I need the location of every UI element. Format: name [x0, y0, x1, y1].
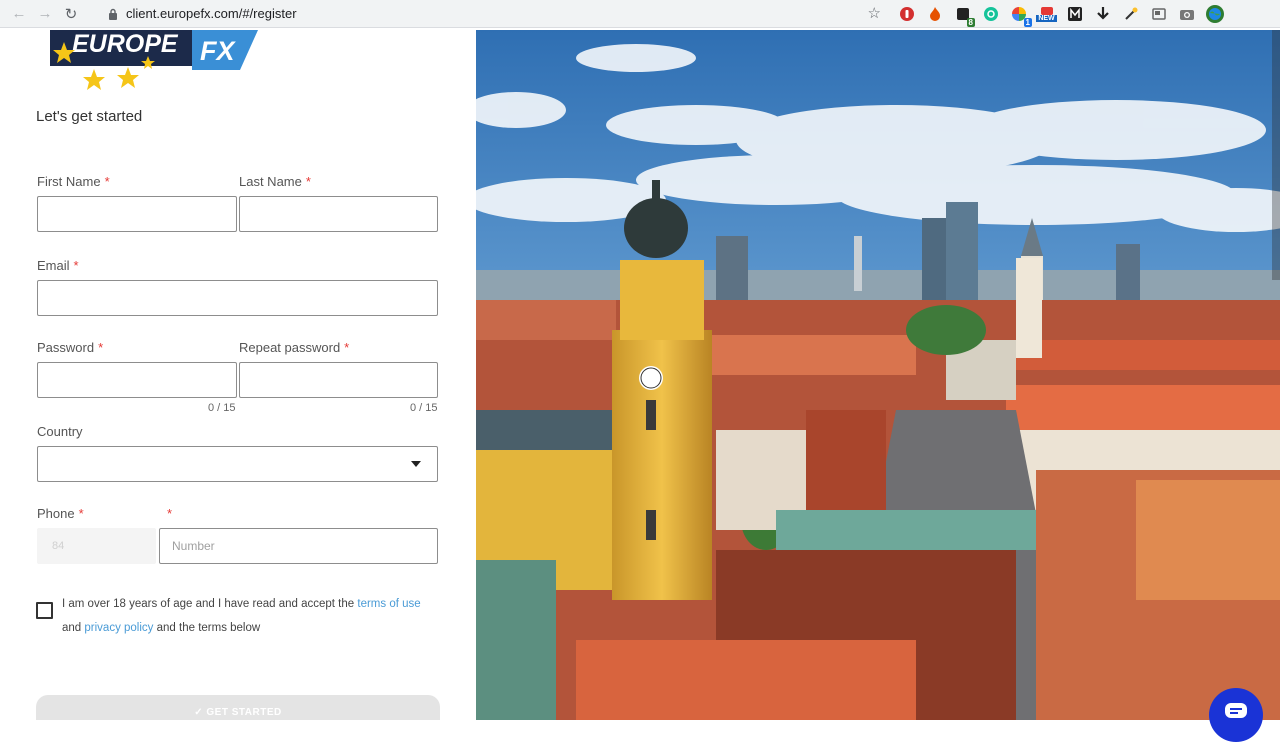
phone-prefix-input[interactable]: 84 — [37, 528, 156, 564]
email-input[interactable] — [37, 280, 438, 316]
fire-extension-icon[interactable] — [924, 4, 945, 25]
pinwheel-extension-icon[interactable]: 1 — [1008, 4, 1032, 27]
country-select[interactable] — [37, 446, 438, 482]
dark-extension-icon[interactable]: 8 — [952, 4, 975, 27]
phone-label-text: Phone — [37, 506, 75, 521]
terms-checkbox[interactable] — [36, 602, 53, 619]
new-badge: NEW — [1036, 14, 1057, 22]
url-text: client.europefx.com/#/register — [126, 6, 297, 21]
privacy-policy-link[interactable]: privacy policy — [84, 622, 153, 634]
required-mark: * — [78, 506, 84, 521]
page-subtitle: Let's get started — [36, 108, 143, 125]
grammarly-extension-icon[interactable] — [980, 4, 1001, 25]
extensions-bar: 8 1 NEW — [896, 3, 1225, 27]
phone-number-input[interactable]: Number — [159, 528, 438, 564]
phone-prefix-value: 84 — [52, 540, 65, 552]
password-label: Password * — [37, 340, 103, 355]
required-mark: * — [167, 506, 173, 521]
required-mark: * — [344, 340, 350, 355]
first-name-label-text: First Name — [37, 174, 101, 189]
required-mark: * — [98, 340, 104, 355]
required-mark: * — [104, 174, 110, 189]
phone-label: Phone * — [37, 506, 84, 521]
eyedropper-extension-icon[interactable] — [1120, 4, 1141, 25]
page-scrollbar[interactable] — [1272, 30, 1280, 280]
reload-icon[interactable]: ↻ — [60, 3, 82, 25]
camera-icon[interactable] — [1176, 4, 1197, 25]
bookmark-star-icon[interactable]: ☆ — [868, 4, 881, 22]
repeat-password-input[interactable] — [239, 362, 438, 398]
repeat-password-label: Repeat password * — [239, 340, 349, 355]
chat-button[interactable] — [1209, 688, 1263, 742]
phone-number-required-mark: * — [163, 506, 172, 521]
extension-badge-count: 1 — [1023, 17, 1032, 27]
back-arrow-icon[interactable]: ← — [8, 3, 30, 25]
svg-text:EUROPE: EUROPE — [72, 30, 179, 58]
last-name-label: Last Name * — [239, 174, 311, 189]
terms-of-use-link[interactable]: terms of use — [357, 598, 420, 610]
last-name-label-text: Last Name — [239, 174, 302, 189]
repeat-password-char-counter: 0 / 15 — [410, 402, 438, 414]
forward-arrow-icon[interactable]: → — [34, 3, 56, 25]
email-label: Email * — [37, 258, 79, 273]
get-started-button[interactable]: ✓ GET STARTED — [36, 695, 440, 720]
password-label-text: Password — [37, 340, 95, 355]
m-extension-icon[interactable] — [1064, 4, 1085, 25]
svg-text:FX: FX — [200, 36, 236, 66]
address-bar[interactable]: client.europefx.com/#/register ☆ — [96, 2, 891, 25]
email-label-text: Email — [37, 258, 70, 273]
get-started-label: ✓ GET STARTED — [194, 707, 282, 718]
password-input[interactable] — [37, 362, 237, 398]
last-name-input[interactable] — [239, 196, 438, 232]
terms-text: I am over 18 years of age and I have rea… — [62, 592, 442, 640]
avatar[interactable] — [1204, 4, 1225, 25]
terms-text-part-2: and — [62, 622, 82, 634]
screenshot-extension-icon[interactable] — [1148, 4, 1169, 25]
lock-icon — [104, 2, 122, 25]
first-name-label: First Name * — [37, 174, 110, 189]
city-hero-image — [476, 30, 1280, 720]
new-badge-extension-icon[interactable]: NEW — [1036, 4, 1057, 25]
terms-text-part-1: I am over 18 years of age and I have rea… — [62, 598, 355, 610]
extension-badge-count: 8 — [966, 17, 975, 27]
first-name-input[interactable] — [37, 196, 237, 232]
required-mark: * — [73, 258, 79, 273]
password-char-counter: 0 / 15 — [208, 402, 236, 414]
registration-panel: EUROPE FX Let's get started First Name * … — [0, 30, 476, 720]
terms-text-part-3: and the terms below — [156, 622, 261, 634]
adblock-extension-icon[interactable] — [896, 4, 917, 25]
chevron-down-icon[interactable] — [411, 461, 421, 467]
required-mark: * — [305, 174, 311, 189]
chat-bubble-icon — [1225, 703, 1247, 718]
country-label: Country — [37, 424, 83, 439]
browser-toolbar: ← → ↻ client.europefx.com/#/register ☆ 8… — [0, 0, 1280, 28]
download-arrow-icon[interactable] — [1092, 4, 1113, 25]
repeat-password-label-text: Repeat password — [239, 340, 341, 355]
phone-number-placeholder: Number — [172, 539, 215, 553]
